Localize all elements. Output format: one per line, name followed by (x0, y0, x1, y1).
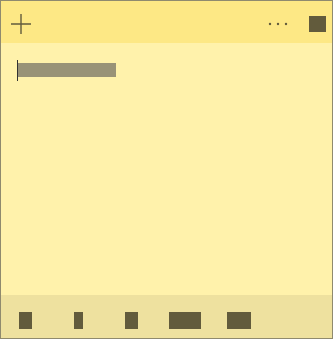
selected-text (18, 63, 116, 77)
close-icon (309, 16, 326, 32)
close-button[interactable] (309, 16, 326, 32)
plus-icon (11, 14, 31, 34)
bold-button[interactable] (19, 312, 32, 329)
formatting-toolbar (1, 295, 332, 338)
ellipsis-icon (268, 22, 288, 26)
title-bar[interactable] (1, 1, 332, 43)
note-text-area[interactable] (1, 43, 332, 295)
strikethrough-button[interactable] (169, 312, 201, 329)
sticky-note-window (0, 0, 333, 339)
bullets-button[interactable] (227, 312, 251, 329)
italic-button[interactable] (74, 312, 83, 329)
underline-button[interactable] (125, 312, 138, 329)
new-note-button[interactable] (10, 13, 32, 35)
menu-button[interactable] (267, 13, 289, 35)
